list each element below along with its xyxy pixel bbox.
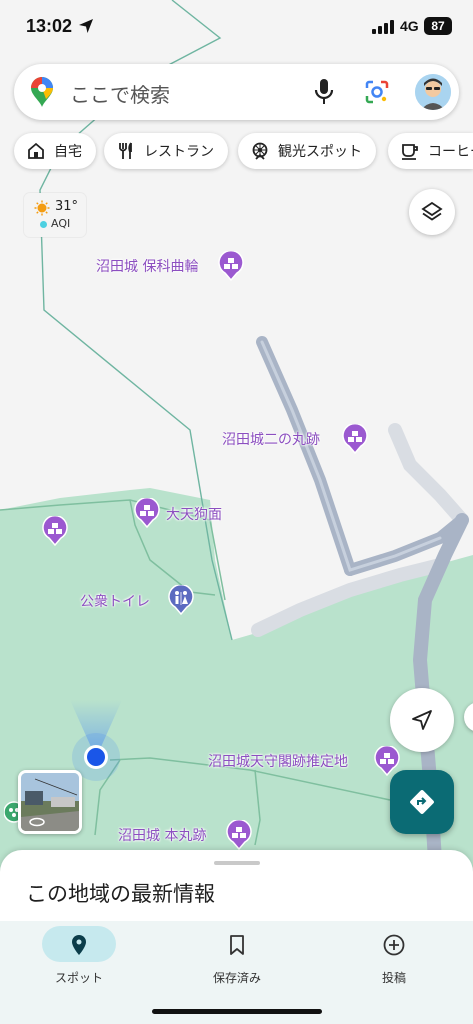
bottom-sheet[interactable]: この地域の最新情報: [0, 850, 473, 930]
search-input[interactable]: ここで検索: [70, 79, 170, 108]
lens-icon[interactable]: [364, 79, 390, 105]
chip-label: レストラン: [144, 144, 214, 160]
poi-label-daitengu[interactable]: 大天狗面: [166, 504, 222, 524]
layers-icon: [421, 201, 443, 221]
castle-icon[interactable]: [134, 498, 160, 528]
bookmark-icon: [230, 935, 244, 955]
weather-temp: 31°: [55, 199, 79, 214]
add-circle-icon: [383, 934, 405, 956]
attraction-icon: [252, 142, 268, 160]
aqi-label: AQI: [51, 217, 71, 230]
location-arrow-icon: [79, 19, 93, 33]
sheet-title: この地域の最新情報: [26, 882, 215, 906]
chip-label: コーヒー: [428, 144, 473, 160]
sheet-drag-handle[interactable]: [214, 861, 260, 865]
coffee-icon: [402, 144, 418, 160]
castle-icon[interactable]: [218, 251, 244, 281]
nav-item-post[interactable]: 投稿: [315, 921, 473, 991]
signal-icon: [372, 20, 394, 34]
poi-label-honmaru[interactable]: 沼田城 本丸跡: [118, 825, 206, 845]
network-type: 4G: [400, 18, 419, 34]
sun-icon: [34, 200, 50, 216]
nav-label: 保存済み: [212, 971, 261, 985]
poi-label-toilet[interactable]: 公衆トイレ: [80, 591, 150, 611]
directions-icon: [410, 790, 434, 814]
battery-indicator: 87: [424, 17, 452, 35]
avatar-image: [415, 74, 451, 110]
poi-label-ninomaru[interactable]: 沼田城二の丸跡: [222, 429, 320, 449]
nav-item-saved[interactable]: 保存済み: [158, 921, 316, 991]
status-time: 13:02: [26, 16, 73, 36]
directions-button[interactable]: [390, 770, 454, 834]
nav-label: 投稿: [381, 971, 406, 985]
search-bar[interactable]: ここで検索: [14, 64, 459, 120]
chip-label: 自宅: [54, 144, 82, 160]
status-bar: 13:02 4G 87: [0, 0, 473, 56]
poi-label-tenshukaku[interactable]: 沼田城天守閣跡推定地: [208, 751, 348, 771]
my-location-dot: [84, 745, 108, 769]
aqi-dot: [40, 221, 47, 228]
navigation-arrow-icon: [412, 710, 432, 730]
restaurant-icon: [119, 142, 132, 159]
chip-restaurant[interactable]: レストラン: [104, 133, 228, 169]
recenter-button[interactable]: [390, 688, 454, 752]
poi-label-hoshina[interactable]: 沼田城 保科曲輪: [96, 256, 198, 276]
street-view-thumbnail[interactable]: [18, 770, 82, 834]
chip-label: 観光スポット: [278, 144, 362, 160]
castle-icon[interactable]: [374, 746, 400, 776]
chip-coffee[interactable]: コーヒー: [388, 133, 473, 169]
nav-label: スポット: [54, 971, 103, 985]
avatar[interactable]: [415, 74, 451, 110]
chip-attractions[interactable]: 観光スポット: [238, 133, 376, 169]
rotate-360-icon: [29, 817, 45, 827]
castle-icon[interactable]: [42, 516, 68, 546]
layers-button[interactable]: [409, 189, 455, 235]
restroom-icon[interactable]: [168, 585, 194, 615]
mic-icon[interactable]: [312, 78, 336, 106]
weather-widget[interactable]: 31° AQI: [24, 193, 86, 237]
castle-icon[interactable]: [226, 820, 252, 850]
castle-icon[interactable]: [342, 424, 368, 454]
chip-home[interactable]: 自宅: [14, 133, 96, 169]
location-pin-icon: [72, 935, 86, 955]
nav-item-spot[interactable]: スポット: [0, 921, 158, 991]
home-icon: [28, 142, 44, 159]
maps-pin-icon: [31, 77, 53, 107]
home-indicator[interactable]: [152, 1009, 322, 1014]
